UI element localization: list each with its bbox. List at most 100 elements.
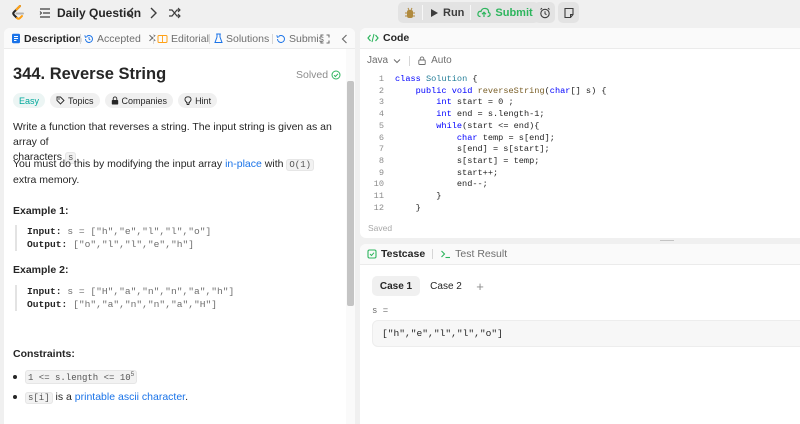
line-number: 11: [373, 191, 384, 201]
line-number: 1: [378, 74, 384, 84]
tab-solutions[interactable]: Solutions: [214, 28, 269, 49]
check-circle-icon: [331, 70, 341, 80]
lock-icon: [111, 96, 118, 105]
scrollbar-track[interactable]: [346, 49, 355, 424]
line-number: 10: [373, 179, 384, 190]
hint-button[interactable]: Hint: [178, 93, 218, 108]
run-label: Run: [443, 6, 465, 19]
run-button[interactable]: Run: [423, 2, 470, 23]
timer-button[interactable]: [534, 2, 555, 23]
submit-button[interactable]: Submit: [471, 2, 538, 23]
auto-mode-label[interactable]: Auto: [431, 55, 452, 66]
line-number: 5: [378, 120, 384, 131]
code-line: public void reverseString(char[] s) {: [415, 85, 607, 96]
problem-content: 344. Reverse String Solved Easy Topics C…: [4, 49, 346, 424]
debug-button[interactable]: [398, 2, 422, 23]
code-line: char temp = s[end];: [456, 132, 555, 143]
saved-status: Saved: [368, 223, 393, 233]
scrollbar-thumb[interactable]: [347, 81, 354, 306]
code-panel-header: Code: [360, 28, 800, 49]
description-panel: Description Accepted ✕ Editorial Solutio…: [4, 28, 355, 424]
resize-grip: [660, 240, 674, 241]
inline-code: O(1): [286, 159, 314, 171]
chevron-down-icon: [393, 58, 401, 63]
vertical-resize-handle[interactable]: [356, 28, 359, 424]
separator: [409, 55, 411, 66]
inline-code: s[i]: [25, 392, 53, 404]
tab-submissions[interactable]: Submis: [276, 28, 324, 49]
code-line: start++;: [395, 167, 499, 178]
top-nav: Daily Question Run Submit: [0, 0, 800, 26]
horizontal-resize-handle[interactable]: [360, 239, 800, 242]
code-line: }: [395, 191, 442, 201]
bug-icon: [405, 7, 415, 18]
testcase-panel-header: Testcase Test Result: [360, 244, 800, 265]
code-line: while(start <= end){: [436, 120, 540, 131]
param-label: s =: [372, 306, 389, 316]
line-number: 6: [378, 132, 384, 143]
inline-code: 1 <= s.length <= 105: [25, 370, 138, 384]
difficulty-badge: Easy: [13, 93, 46, 108]
problem-list-icon[interactable]: [38, 6, 52, 20]
tab-testcase[interactable]: Testcase: [367, 248, 425, 260]
lightbulb-icon: [184, 95, 192, 105]
bullet-dot: [13, 395, 17, 399]
example-heading: Example 2:: [13, 264, 69, 276]
code-line: int end = s.length-1;: [436, 109, 545, 120]
problem-title: 344. Reverse String: [13, 65, 167, 83]
maximize-panel-icon[interactable]: [320, 28, 330, 49]
description-icon: [12, 33, 20, 44]
tab-accepted[interactable]: Accepted ✕: [84, 28, 157, 49]
line-number: 3: [378, 97, 384, 108]
case-2-tab[interactable]: Case 2: [423, 276, 469, 296]
flask-icon: [214, 33, 223, 43]
code-line: int start = 0 ;: [436, 97, 514, 108]
solved-status: Solved: [296, 69, 341, 81]
run-submit-group: Run Submit: [398, 2, 539, 23]
language-selector[interactable]: Java Auto: [367, 55, 452, 66]
companies-button[interactable]: Companies: [104, 93, 174, 108]
tab-description[interactable]: Description: [11, 28, 82, 49]
notes-button[interactable]: [558, 2, 579, 23]
code-panel: Code Java Auto 1 2 3 4 5 6 7 8 9 10 11 1…: [360, 28, 800, 238]
code-line: s[end] = s[start];: [395, 144, 550, 155]
leetcode-logo-icon[interactable]: [9, 3, 29, 23]
code-line: class Solution {: [395, 74, 478, 84]
line-number: 7: [378, 144, 384, 155]
testcase-panel: Testcase Test Result Case 1 Case 2 + s =…: [360, 244, 800, 424]
collapse-panel-icon[interactable]: [341, 28, 348, 49]
add-case-button[interactable]: +: [470, 276, 490, 296]
tag-icon: [56, 96, 65, 105]
history-icon: [276, 34, 285, 43]
line-number: 9: [378, 167, 384, 178]
prev-problem-icon[interactable]: [124, 6, 138, 20]
language-label: Java: [367, 55, 389, 66]
param-input[interactable]: ["h","e","l","l","o"]: [372, 320, 800, 347]
example-block: Input: s = ["H","a","n","n","a","h"] Out…: [15, 285, 335, 311]
in-place-link[interactable]: in-place: [225, 158, 262, 170]
lock-icon: [418, 56, 426, 65]
tab-separator: [272, 34, 273, 44]
printable-ascii-link[interactable]: printable ascii character: [75, 391, 185, 403]
constraint-item: s[i] is a printable ascii character.: [13, 391, 188, 404]
next-problem-icon[interactable]: [146, 6, 160, 20]
line-number: 8: [378, 155, 384, 166]
shuffle-icon[interactable]: [167, 6, 181, 20]
case-1-tab[interactable]: Case 1: [372, 276, 420, 296]
tab-test-result[interactable]: Test Result: [440, 248, 507, 260]
example-block: Input: s = ["h","e","l","l","o"] Output:…: [15, 225, 335, 251]
code-line: }: [395, 202, 421, 213]
tab-editorial[interactable]: Editorial: [157, 28, 209, 49]
submit-label: Submit: [495, 6, 533, 19]
line-number: 4: [378, 109, 384, 120]
tab-separator: [80, 34, 81, 44]
cloud-upload-icon: [477, 7, 492, 18]
code-icon: [367, 33, 379, 43]
tag-chips: Easy Topics Companies Hint: [13, 93, 218, 108]
line-number: 12: [373, 202, 384, 213]
topics-button[interactable]: Topics: [50, 93, 100, 108]
code-line: s[start] = temp;: [395, 155, 540, 166]
tab-separator: [153, 34, 154, 44]
terminal-icon: [441, 250, 451, 259]
book-icon: [157, 34, 168, 43]
